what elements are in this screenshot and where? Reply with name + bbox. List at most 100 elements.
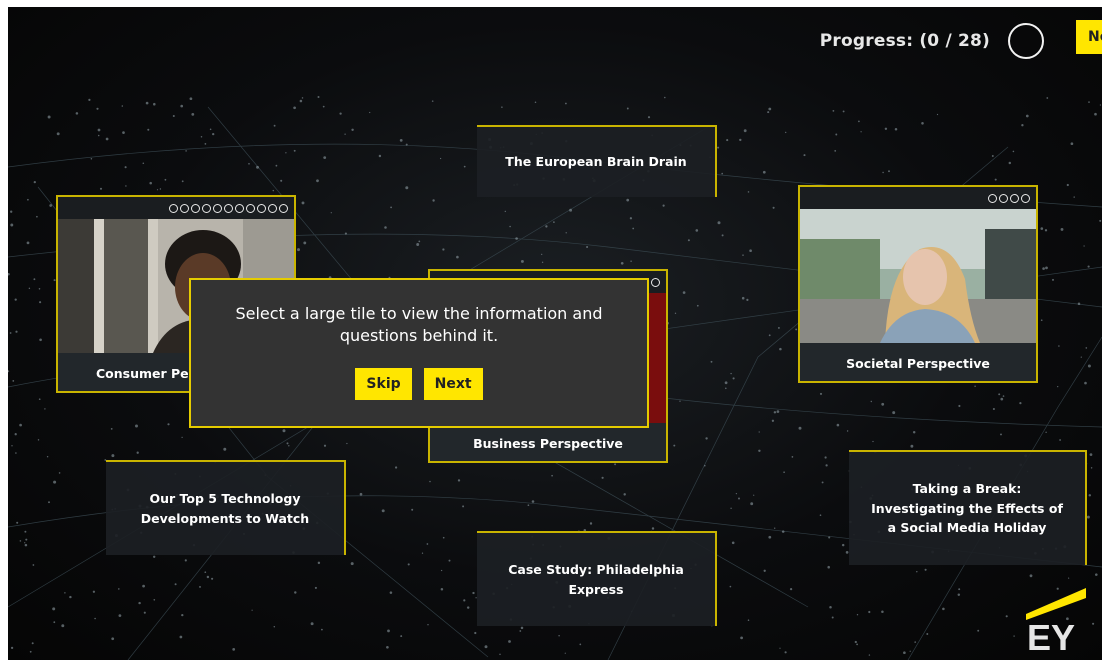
star-dot [687,239,690,242]
star-dot [135,424,138,428]
star-dot [743,129,747,133]
star-dot [1052,278,1054,281]
star-dot [10,646,14,650]
star-dot [819,514,822,516]
star-dot [803,154,806,157]
star-dot [432,199,435,202]
star-dot [747,191,750,193]
star-dot [99,187,103,190]
star-dot [38,398,41,401]
star-dot [32,564,35,566]
star-dot [872,440,874,443]
tile-taking-a-break[interactable]: Taking a Break: Investigating the Effect… [849,450,1087,565]
tile-top5-technology[interactable]: Our Top 5 Technology Developments to Wat… [106,460,346,555]
star-dot [914,641,917,643]
star-dot [921,122,924,125]
star-dot [729,585,732,588]
star-dot [105,137,109,141]
star-dot [142,584,145,588]
star-dot [881,610,884,614]
modal-message: Select a large tile to view the informat… [191,303,647,346]
tile-label: The European Brain Drain [505,154,687,170]
star-dot [153,555,156,558]
star-dot [534,101,537,104]
star-dot [251,609,253,611]
star-dot [94,617,96,620]
star-dot [501,106,503,108]
star-dot [322,105,325,108]
star-dot [1089,453,1093,456]
star-dot [725,387,727,390]
star-dot [758,431,760,433]
star-dot [1058,345,1060,347]
star-dot [1042,267,1045,270]
star-dot [1068,577,1070,579]
star-dot [545,225,548,228]
star-dot [508,640,511,643]
star-dot [88,98,91,102]
star-dot [27,198,29,201]
star-dot [384,226,387,229]
star-dot [317,95,320,99]
star-dot [429,480,431,483]
big-tile-societal-perspective[interactable]: Societal Perspective [798,185,1038,383]
star-dot [828,536,831,539]
tile-case-study-philadelphia[interactable]: Case Study: Philadelphia Express [477,531,717,626]
tile-european-brain-drain[interactable]: The European Brain Drain [477,125,717,197]
star-dot [199,585,201,588]
star-dot [717,146,720,149]
star-dot [762,170,766,174]
star-dot [466,606,470,609]
progress-text: Progress: (0 / 28) [819,31,990,51]
star-dot [781,530,785,533]
star-dot [223,447,227,451]
star-dot [184,559,187,562]
star-dot [64,592,66,594]
star-dot [739,138,742,142]
star-dot [96,107,99,110]
tile-label-line1: Our Top 5 Technology [149,491,301,507]
skip-button[interactable]: Skip [355,368,412,401]
star-dot [10,223,14,227]
star-dot [1002,395,1005,397]
star-dot [407,563,410,566]
star-dot [344,133,346,135]
star-dot [39,301,42,304]
star-dot [297,248,300,252]
star-dot [399,139,403,142]
star-dot [721,234,724,237]
star-dot [647,116,651,119]
star-dot [351,128,354,132]
star-dot [24,543,28,547]
star-dot [868,610,871,614]
star-dot [614,463,617,466]
progress-dot-icon [1021,193,1030,203]
star-dot [24,542,26,544]
star-dot [858,120,860,123]
tile-label-line1: Case Study: Philadelphia [508,562,684,578]
star-dot [212,132,215,136]
progress-dot-icon [180,203,189,213]
star-dot [882,171,884,174]
modal-buttons: Skip Next [191,368,647,401]
star-dot [46,456,49,458]
star-dot [868,654,871,656]
star-dot [942,607,945,611]
star-dot [1087,265,1090,268]
star-dot [651,527,655,530]
header-next-button[interactable]: Next [1076,20,1102,54]
star-dot [181,436,183,439]
star-dot [53,480,57,484]
star-dot [36,215,38,218]
star-dot [750,502,754,506]
star-dot [740,636,743,640]
star-dot [841,543,845,547]
star-dot [181,613,184,617]
star-dot [138,601,141,605]
star-dot [749,249,752,253]
star-dot [974,385,976,388]
next-button[interactable]: Next [423,368,483,401]
star-dot [1029,574,1033,578]
star-dot [551,474,553,477]
star-dot [620,261,624,265]
